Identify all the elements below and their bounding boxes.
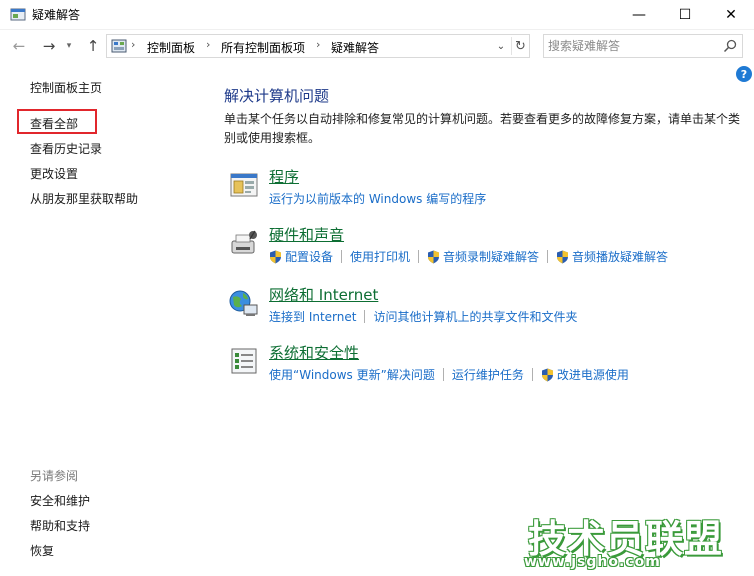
task-link-windows-update[interactable]: 使用“Windows 更新”解决问题	[269, 366, 435, 383]
view-all-link[interactable]: 查看全部	[30, 115, 78, 132]
back-button[interactable]: ←	[8, 36, 30, 56]
help-icon[interactable]: ?	[736, 66, 752, 82]
see-also-heading: 另请参阅	[30, 469, 79, 483]
uac-shield-icon	[428, 250, 440, 263]
category-hardware-sound: 硬件和声音 配置设备 使用打印机 音频录制疑难解答 音频播放疑难解答	[228, 224, 748, 270]
task-link-maintenance[interactable]: 运行维护任务	[452, 366, 524, 383]
recent-locations-button[interactable]: ▾	[62, 36, 76, 56]
view-history-link[interactable]: 查看历史记录	[30, 140, 102, 157]
category-links-hardware-sound: 配置设备 使用打印机 音频录制疑难解答 音频播放疑难解答	[269, 248, 668, 265]
category-title-hardware-sound[interactable]: 硬件和声音	[269, 224, 344, 245]
address-bar[interactable]: › 控制面板 › 所有控制面板项 › 疑难解答 ⌄ ↻	[106, 34, 530, 58]
address-dropdown-button[interactable]: ⌄	[493, 38, 509, 54]
category-programs: 程序 运行为以前版本的 Windows 编写的程序	[228, 166, 748, 212]
breadcrumb-control-panel[interactable]: 控制面板	[147, 39, 195, 56]
help-support-link[interactable]: 帮助和支持	[30, 517, 90, 534]
watermark-url: www.jsgho.com	[524, 554, 661, 570]
page-description: 单击某个任务以自动排除和修复常见的计算机问题。若要查看更多的故障修复方案，请单击…	[224, 112, 741, 145]
category-title-programs[interactable]: 程序	[269, 166, 299, 187]
control-panel-home-link[interactable]: 控制面板主页	[30, 79, 102, 96]
hardware-sound-icon[interactable]	[228, 227, 260, 259]
category-title-network-internet[interactable]: 网络和 Internet	[269, 284, 378, 305]
get-help-from-friend-link[interactable]: 从朋友那里获取帮助	[30, 190, 138, 207]
troubleshoot-app-icon	[10, 8, 26, 21]
task-link-audio-recording[interactable]: 音频录制疑难解答	[443, 248, 539, 265]
refresh-button[interactable]: ↻	[511, 37, 529, 55]
forward-button[interactable]: →	[38, 36, 60, 56]
page-title: 解决计算机问题	[224, 87, 330, 105]
programs-icon[interactable]	[228, 169, 260, 201]
maximize-button[interactable]: ☐	[662, 0, 708, 30]
arrow-right-icon: →	[42, 37, 56, 55]
address-row: ← → ▾ ↑ › 控制面板 › 所有控制面板项 › 疑难解答 ⌄ ↻	[0, 30, 754, 62]
title-bar: 疑难解答 — ☐ ✕	[0, 0, 754, 30]
link-separator	[364, 310, 366, 323]
task-link-shared-folders[interactable]: 访问其他计算机上的共享文件和文件夹	[373, 308, 577, 325]
task-link-connect-internet[interactable]: 连接到 Internet	[269, 308, 356, 325]
category-links-system-security: 使用“Windows 更新”解决问题 运行维护任务 改进电源使用	[269, 366, 629, 383]
close-icon: ✕	[725, 7, 737, 23]
network-icon[interactable]	[228, 287, 260, 319]
watermark: 技术员联盟 www.jsgho.com	[518, 508, 722, 572]
breadcrumb-separator[interactable]: ›	[316, 38, 320, 51]
control-panel-icon	[111, 39, 127, 53]
task-link-audio-playback[interactable]: 音频播放疑难解答	[572, 248, 668, 265]
category-links-programs: 运行为以前版本的 Windows 编写的程序	[269, 190, 486, 207]
breadcrumb-troubleshooting[interactable]: 疑难解答	[331, 39, 379, 56]
category-links-network-internet: 连接到 Internet 访问其他计算机上的共享文件和文件夹	[269, 308, 577, 325]
link-separator	[547, 250, 549, 263]
category-network-internet: 网络和 Internet 连接到 Internet 访问其他计算机上的共享文件和…	[228, 284, 748, 330]
task-link-configure-device[interactable]: 配置设备	[285, 248, 333, 265]
breadcrumb-separator[interactable]: ›	[131, 38, 135, 51]
refresh-icon: ↻	[515, 38, 526, 54]
minimize-button[interactable]: —	[616, 0, 662, 30]
link-separator	[531, 368, 533, 381]
chevron-down-icon: ⌄	[496, 40, 506, 52]
uac-shield-icon	[270, 250, 281, 263]
task-link-use-printer[interactable]: 使用打印机	[350, 248, 410, 265]
breadcrumb-all-items[interactable]: 所有控制面板项	[221, 39, 305, 56]
breadcrumb-separator[interactable]: ›	[206, 38, 210, 51]
task-link-power[interactable]: 改进电源使用	[557, 366, 629, 383]
category-system-security: 系统和安全性 使用“Windows 更新”解决问题 运行维护任务 改进电源使用	[228, 342, 748, 388]
change-settings-link[interactable]: 更改设置	[30, 165, 78, 182]
security-maintenance-link[interactable]: 安全和维护	[30, 492, 90, 509]
close-button[interactable]: ✕	[708, 0, 754, 30]
window-title: 疑难解答	[32, 8, 81, 22]
arrow-up-icon: ↑	[86, 37, 100, 55]
search-box[interactable]	[543, 34, 743, 58]
arrow-left-icon: ←	[12, 37, 26, 55]
uac-shield-icon	[557, 250, 569, 263]
recovery-link[interactable]: 恢复	[30, 542, 54, 559]
link-separator	[341, 250, 343, 263]
link-separator	[418, 250, 420, 263]
up-button[interactable]: ↑	[82, 36, 104, 56]
chevron-down-icon: ▾	[66, 41, 72, 51]
minimize-icon: —	[632, 7, 646, 23]
search-icon[interactable]	[722, 38, 738, 54]
system-security-icon[interactable]	[228, 345, 260, 377]
category-title-system-security[interactable]: 系统和安全性	[269, 342, 359, 363]
maximize-icon: ☐	[678, 7, 692, 23]
link-separator	[442, 368, 444, 381]
search-input[interactable]	[544, 35, 714, 57]
uac-shield-icon	[541, 368, 553, 381]
task-link-run-old-programs[interactable]: 运行为以前版本的 Windows 编写的程序	[269, 190, 486, 207]
